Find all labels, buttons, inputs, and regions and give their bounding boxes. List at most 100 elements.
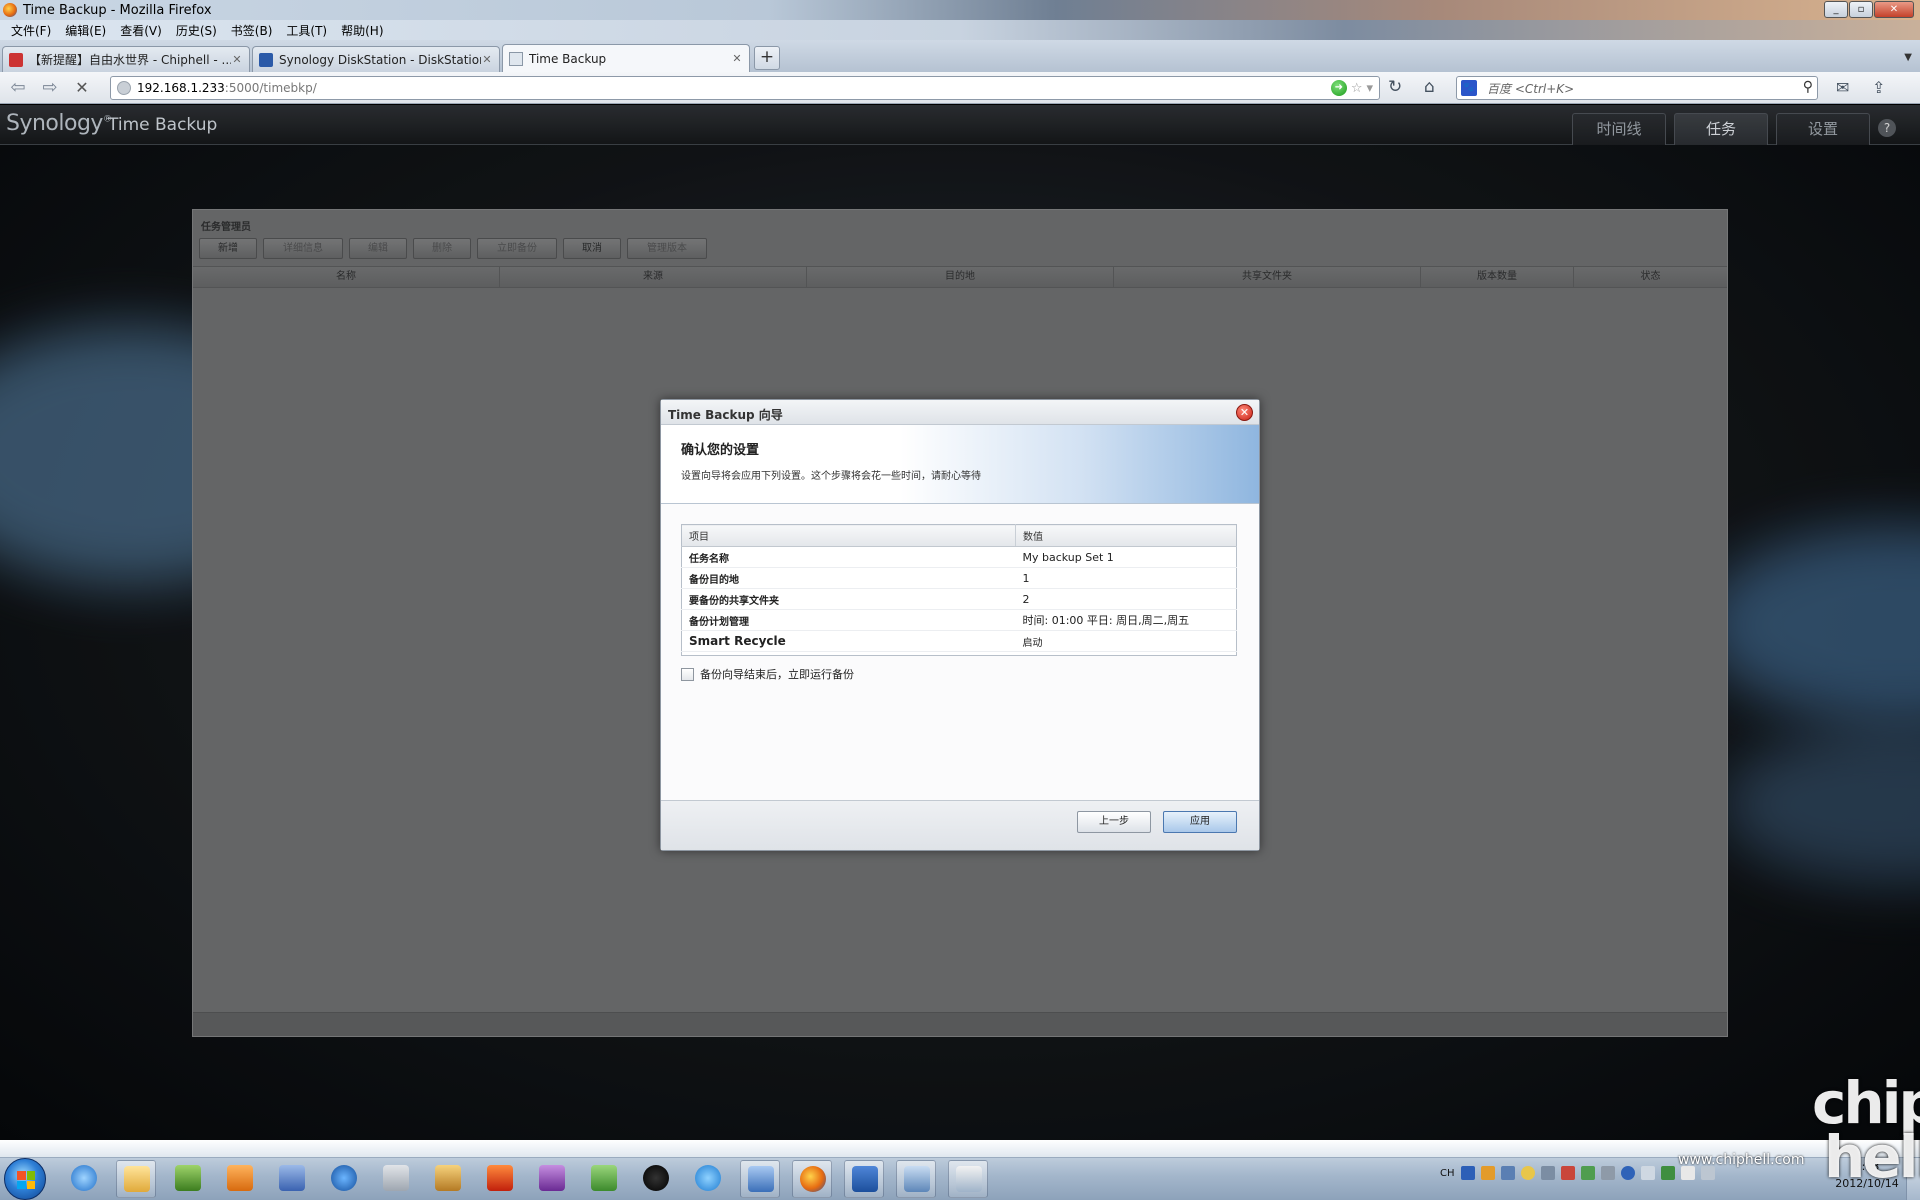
reload-icon[interactable]: ↻ [1388, 77, 1402, 97]
taskbar-app-14[interactable] [740, 1160, 780, 1198]
back-button[interactable]: 上一步 [1077, 811, 1151, 833]
keyboard-icon[interactable] [1540, 1166, 1555, 1180]
row-value: My backup Set 1 [1015, 546, 1237, 568]
search-icon[interactable]: ⚲ [1803, 79, 1813, 95]
tray-app-icon[interactable] [1580, 1166, 1595, 1180]
tab-label: 【新提醒】自由水世界 - Chiphell - ... [29, 53, 231, 67]
taskbar-qq[interactable] [636, 1160, 676, 1198]
word-icon [852, 1166, 878, 1192]
maximize-button[interactable]: ▫ [1849, 1, 1873, 18]
status-strip [0, 1140, 1920, 1158]
home-icon[interactable]: ⌂ [1424, 77, 1435, 97]
menu-view[interactable]: 查看(V) [113, 22, 169, 39]
chevron-down-icon[interactable]: ▾ [1366, 81, 1373, 96]
taskbar-ie[interactable] [64, 1160, 104, 1198]
close-window-button[interactable]: ✕ [1874, 1, 1914, 18]
table-spacer [682, 652, 1237, 656]
tab-diskstation[interactable]: Synology DiskStation - DiskStation ✕ [252, 46, 500, 72]
taskbar-app-7[interactable] [376, 1160, 416, 1198]
run-backup-checkbox-label[interactable]: 备份向导结束后，立即运行备份 [700, 666, 854, 682]
search-bar[interactable]: 🐾 百度 <Ctrl+K> ⚲ [1456, 76, 1818, 100]
globe-icon [117, 81, 131, 95]
menu-bookmarks[interactable]: 书签(B) [224, 22, 280, 39]
taskbar-firefox[interactable] [792, 1160, 832, 1198]
row-key: 任务名称 [681, 546, 1016, 568]
speaker-muted-icon[interactable] [1700, 1166, 1715, 1180]
drive-icon [383, 1165, 409, 1191]
media-icon [227, 1165, 253, 1191]
row-value: 启动 [1015, 630, 1237, 652]
firefox-icon [800, 1166, 826, 1192]
qq-penguin-icon [643, 1165, 669, 1191]
dsm-icon [259, 52, 273, 67]
tab-chiphell[interactable]: 【新提醒】自由水世界 - Chiphell - ... ✕ [2, 46, 250, 72]
new-tab-button[interactable]: + [754, 46, 780, 70]
tab-time-backup[interactable]: Time Backup ✕ [502, 44, 750, 72]
flag-icon[interactable] [1680, 1166, 1695, 1180]
watermark-logo-bottom: hell [1824, 1123, 1920, 1191]
table-row: 备份计划管理 时间: 01:00 平日: 周日,周二,周五 [681, 609, 1237, 631]
baidu-icon[interactable]: 🐾 [1461, 80, 1477, 96]
tray-app-icon[interactable] [1600, 1166, 1615, 1180]
network-icon[interactable] [1660, 1166, 1675, 1180]
tab-label: Time Backup [529, 51, 607, 66]
taskbar-app-13[interactable] [688, 1160, 728, 1198]
forward-arrow-icon[interactable]: ⇨ [34, 77, 66, 98]
taskbar-word[interactable] [844, 1160, 884, 1198]
taskbar-app-5[interactable] [272, 1160, 312, 1198]
people-icon [435, 1165, 461, 1191]
stop-icon[interactable]: ✕ [66, 78, 98, 97]
taskbar-app-6[interactable] [324, 1160, 364, 1198]
close-icon[interactable]: ✕ [231, 53, 243, 66]
taskbar-app-11[interactable] [584, 1160, 624, 1198]
taskbar-explorer[interactable] [116, 1160, 156, 1198]
taskbar-app-3[interactable] [168, 1160, 208, 1198]
tray-app-icon[interactable] [1480, 1166, 1495, 1180]
tray-app-icon[interactable] [1560, 1166, 1575, 1180]
moon-icon[interactable] [1520, 1166, 1535, 1180]
taskbar-app-10[interactable] [532, 1160, 572, 1198]
furmark-icon [487, 1165, 513, 1191]
minimize-button[interactable]: _ [1824, 1, 1848, 18]
taskbar-app-17[interactable] [896, 1160, 936, 1198]
run-backup-checkbox[interactable] [681, 667, 694, 681]
chevron-down-icon[interactable]: ▼ [1904, 52, 1912, 63]
watermark-site: www.chiphell.com [1678, 1152, 1805, 1168]
dialog-titlebar[interactable]: Time Backup 向导 ✕ [661, 400, 1259, 425]
star-icon[interactable]: ☆ [1351, 81, 1363, 96]
windows-logo-icon [17, 1171, 35, 1189]
ie-icon [71, 1165, 97, 1191]
tab-label: Synology DiskStation - DiskStation [279, 52, 481, 67]
menu-help[interactable]: 帮助(H) [334, 22, 390, 39]
close-icon[interactable]: ✕ [1236, 404, 1253, 421]
taskbar-paint[interactable] [948, 1160, 988, 1198]
sm-icon [279, 1165, 305, 1191]
taskbar-app-9[interactable] [480, 1160, 520, 1198]
go-arrow-icon[interactable]: ➜ [1330, 80, 1347, 96]
tray-app-icon[interactable] [1500, 1166, 1515, 1180]
close-icon[interactable]: ✕ [481, 53, 493, 66]
firefox-icon [3, 3, 17, 17]
ime-icon[interactable] [1460, 1166, 1475, 1180]
menu-history[interactable]: 历史(S) [169, 22, 224, 39]
menu-tools[interactable]: 工具(T) [279, 22, 334, 39]
close-icon[interactable]: ✕ [731, 52, 743, 65]
taskbar-app-4[interactable] [220, 1160, 260, 1198]
start-button[interactable] [4, 1158, 46, 1200]
help-icon[interactable] [1620, 1166, 1635, 1180]
run-backup-checkbox-row[interactable]: 备份向导结束后，立即运行备份 [681, 666, 854, 682]
taskbar-app-8[interactable] [428, 1160, 468, 1198]
apply-button[interactable]: 应用 [1163, 811, 1237, 833]
search-placeholder: 百度 <Ctrl+K> [1487, 81, 1575, 96]
back-arrow-icon[interactable]: ⇦ [2, 77, 34, 98]
menu-file[interactable]: 文件(F) [4, 22, 58, 39]
chevron-up-icon[interactable] [1640, 1166, 1655, 1180]
window-title: Time Backup - Mozilla Firefox [23, 2, 212, 18]
menu-edit[interactable]: 编辑(E) [58, 22, 113, 39]
dialog-heading: 确认您的设置 [681, 443, 760, 458]
language-indicator[interactable]: CH [1440, 1168, 1455, 1179]
url-bar[interactable]: 192.168.1.233:5000/timebkp/ ➜ ☆ ▾ [110, 76, 1380, 100]
mail-icon[interactable]: ✉ [1836, 78, 1849, 97]
share-icon[interactable]: ⇪ [1872, 78, 1885, 97]
fish-icon [695, 1165, 721, 1191]
